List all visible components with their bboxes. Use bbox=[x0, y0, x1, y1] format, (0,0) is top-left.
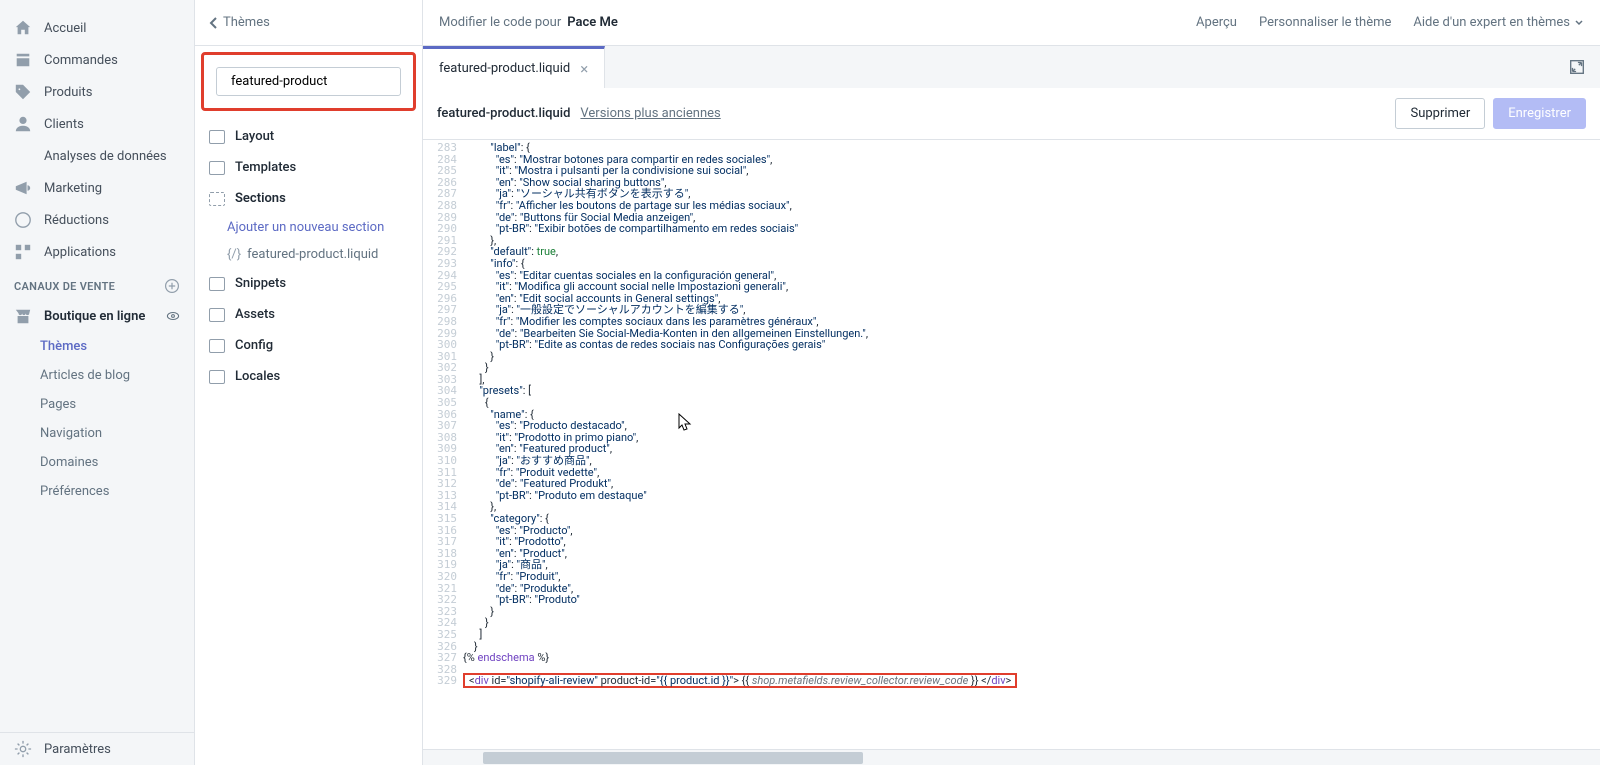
delete-button[interactable]: Supprimer bbox=[1395, 98, 1485, 129]
nav-marketing[interactable]: Marketing bbox=[0, 172, 194, 204]
discount-icon bbox=[14, 211, 32, 229]
code-area[interactable]: "label": { "es": "Mostrar botones para c… bbox=[463, 140, 1600, 749]
filename-label: featured-product.liquid bbox=[437, 106, 570, 121]
folder-layout[interactable]: Layout bbox=[195, 121, 422, 152]
file-featured-product[interactable]: {/}featured-product.liquid bbox=[195, 241, 422, 268]
folder-icon bbox=[209, 277, 225, 291]
analytics-icon bbox=[14, 147, 32, 165]
folder-sections[interactable]: Sections bbox=[195, 183, 422, 214]
nav-label: Applications bbox=[44, 245, 116, 260]
nav-label: Réductions bbox=[44, 213, 109, 228]
folder-open-icon bbox=[209, 192, 225, 206]
folder-assets[interactable]: Assets bbox=[195, 299, 422, 330]
edit-prefix: Modifier le code pour bbox=[439, 15, 561, 30]
search-input[interactable] bbox=[231, 74, 397, 89]
horizontal-scrollbar[interactable] bbox=[423, 749, 1600, 765]
nav-label: Paramètres bbox=[44, 742, 111, 757]
folder-snippets[interactable]: Snippets bbox=[195, 268, 422, 299]
nav-analytics[interactable]: Analyses de données bbox=[0, 140, 194, 172]
nav-discounts[interactable]: Réductions bbox=[0, 204, 194, 236]
eye-icon[interactable] bbox=[166, 309, 180, 323]
folder-config[interactable]: Config bbox=[195, 330, 422, 361]
chevron-down-icon bbox=[1574, 18, 1584, 28]
line-gutter: 283 284 285 286 287 288 289 290 291 292 … bbox=[423, 140, 463, 749]
save-button[interactable]: Enregistrer bbox=[1493, 98, 1586, 129]
nav-label: Analyses de données bbox=[44, 149, 167, 164]
nav-apps[interactable]: Applications bbox=[0, 236, 194, 268]
nav-label: Produits bbox=[44, 85, 93, 100]
folder-icon bbox=[209, 339, 225, 353]
sales-channels-header: CANAUX DE VENTE bbox=[0, 268, 194, 300]
user-icon bbox=[14, 115, 32, 133]
expand-icon[interactable] bbox=[1568, 58, 1586, 76]
nav-label: Clients bbox=[44, 117, 84, 132]
folder-icon bbox=[209, 370, 225, 384]
nav-settings[interactable]: Paramètres bbox=[0, 733, 194, 765]
store-icon bbox=[14, 307, 32, 325]
folder-icon bbox=[209, 308, 225, 322]
nav-label: Marketing bbox=[44, 181, 102, 196]
scrollbar-thumb[interactable] bbox=[483, 752, 863, 764]
preview-link[interactable]: Aperçu bbox=[1196, 15, 1237, 30]
nav-online-store[interactable]: Boutique en ligne bbox=[0, 300, 194, 332]
chevron-left-icon bbox=[209, 16, 219, 30]
megaphone-icon bbox=[14, 179, 32, 197]
nav-blog[interactable]: Articles de blog bbox=[0, 361, 194, 390]
add-section-link[interactable]: Ajouter un nouveau section bbox=[195, 214, 422, 241]
code-editor[interactable]: 283 284 285 286 287 288 289 290 291 292 … bbox=[423, 140, 1600, 749]
nav-label: Commandes bbox=[44, 53, 118, 68]
tab-label: featured-product.liquid bbox=[439, 61, 570, 76]
folder-locales[interactable]: Locales bbox=[195, 361, 422, 392]
nav-customers[interactable]: Clients bbox=[0, 108, 194, 140]
nav-themes[interactable]: Thèmes bbox=[0, 332, 194, 361]
orders-icon bbox=[14, 51, 32, 69]
home-icon bbox=[14, 19, 32, 37]
folder-icon bbox=[209, 161, 225, 175]
editor-header: Modifier le code pour Pace Me Aperçu Per… bbox=[423, 0, 1600, 46]
nav-navigation[interactable]: Navigation bbox=[0, 419, 194, 448]
tab-close-icon[interactable]: × bbox=[580, 60, 588, 78]
back-to-themes[interactable]: Thèmes bbox=[209, 15, 270, 30]
apps-icon bbox=[14, 243, 32, 261]
nav-orders[interactable]: Commandes bbox=[0, 44, 194, 76]
editor-tab[interactable]: featured-product.liquid × bbox=[423, 46, 605, 88]
folder-icon bbox=[209, 130, 225, 144]
file-search[interactable] bbox=[216, 67, 401, 96]
nav-pages[interactable]: Pages bbox=[0, 390, 194, 419]
older-versions-link[interactable]: Versions plus anciennes bbox=[580, 106, 720, 121]
gear-icon bbox=[14, 740, 32, 758]
theme-name: Pace Me bbox=[567, 15, 618, 30]
nav-domains[interactable]: Domaines bbox=[0, 448, 194, 477]
tag-icon bbox=[14, 83, 32, 101]
customize-link[interactable]: Personnaliser le thème bbox=[1259, 15, 1391, 30]
nav-products[interactable]: Produits bbox=[0, 76, 194, 108]
nav-preferences[interactable]: Préférences bbox=[0, 477, 194, 506]
nav-label: Boutique en ligne bbox=[44, 309, 145, 324]
nav-home[interactable]: Accueil bbox=[0, 12, 194, 44]
folder-templates[interactable]: Templates bbox=[195, 152, 422, 183]
expert-help-link[interactable]: Aide d'un expert en thèmes bbox=[1413, 15, 1584, 30]
add-channel-icon[interactable] bbox=[164, 278, 180, 294]
search-highlight bbox=[201, 52, 416, 111]
nav-label: Accueil bbox=[44, 21, 86, 36]
